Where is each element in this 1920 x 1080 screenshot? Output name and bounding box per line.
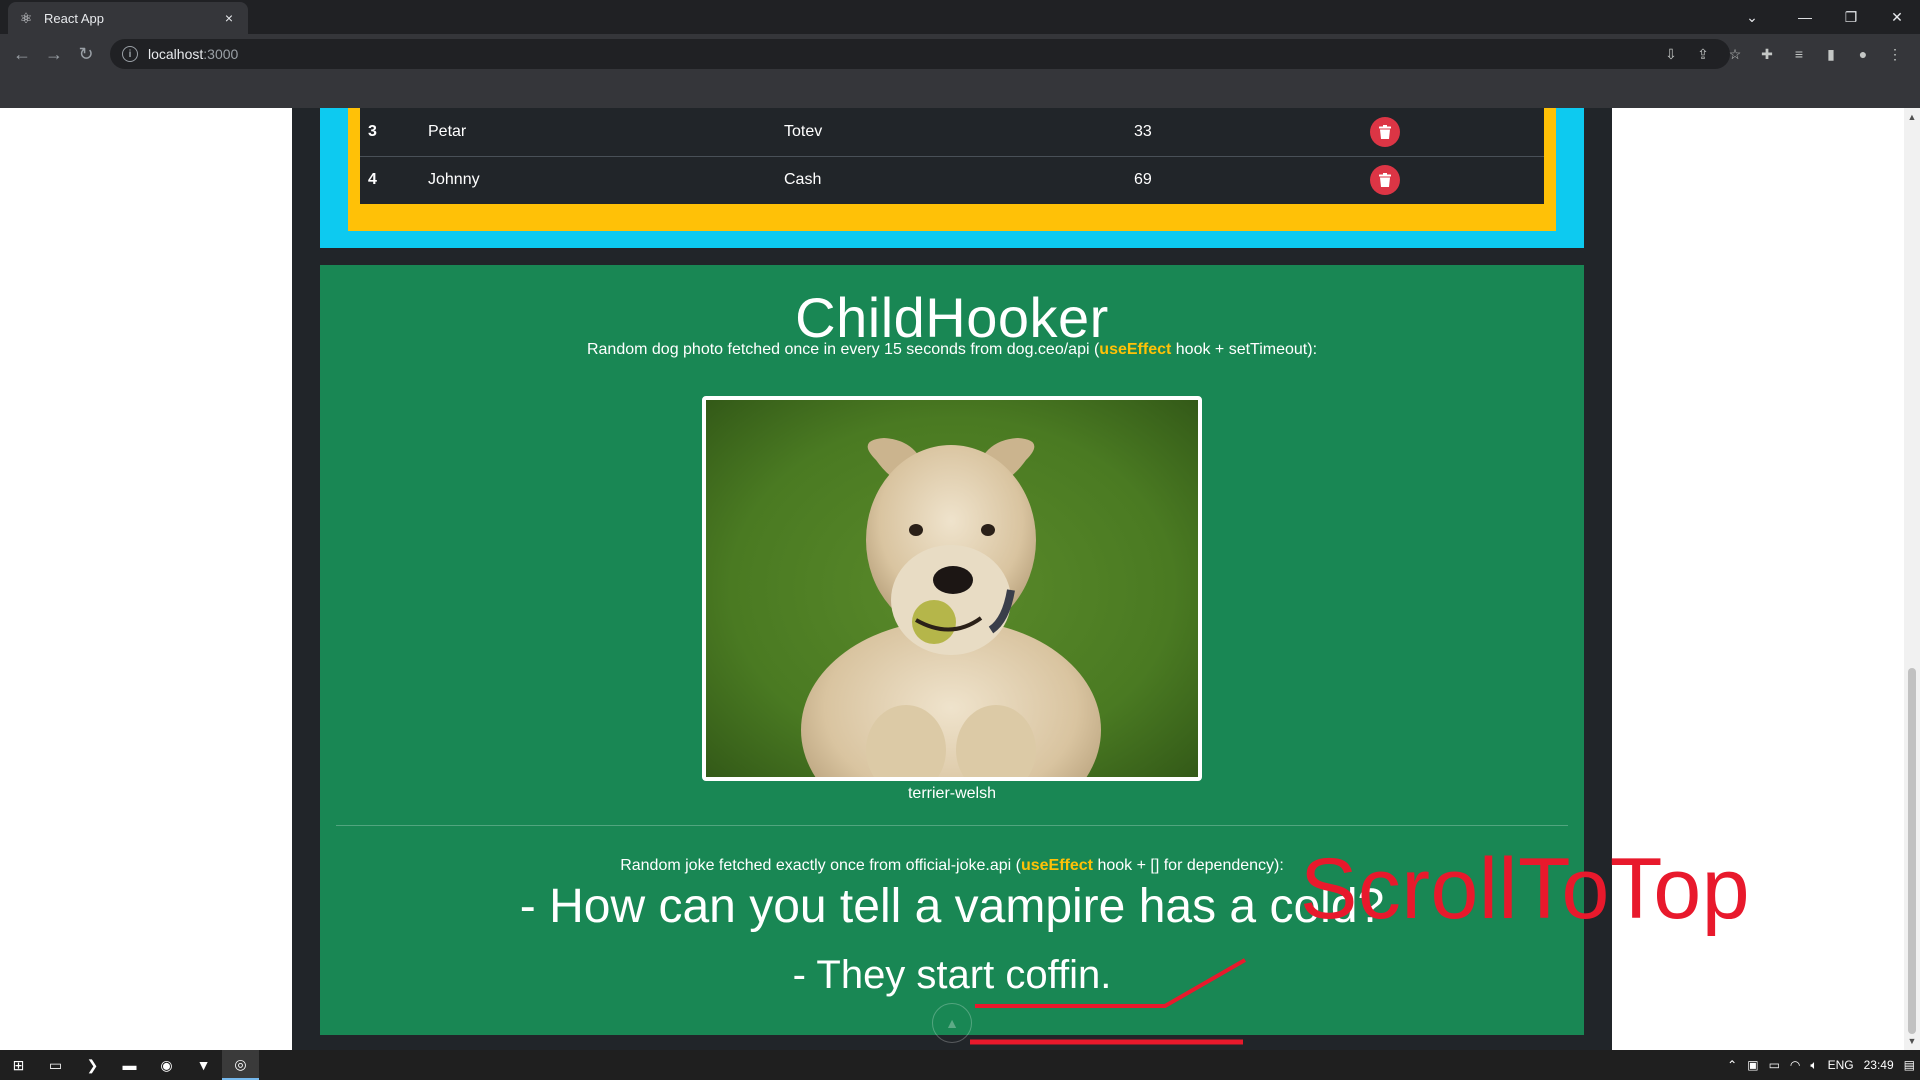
windows-taskbar: ⊞ ▭ ❯ ▬ ◉ ▼ ◎ ⌃ ▣ ▭ ◠ 🔈︎ ENG 23:49 ▤ xyxy=(0,1050,1920,1080)
delete-button[interactable] xyxy=(1370,116,1400,147)
toolbar-icons: ⇩ ⇪ ☆ ✚ ≡ ▮ ● ⋮ xyxy=(1658,40,1908,68)
address-bar[interactable]: i localhost :3000 xyxy=(110,39,1730,69)
taskbar-apps: ⊞ ▭ ❯ ▬ ◉ ▼ ◎ xyxy=(0,1050,259,1080)
bookmarks-bar xyxy=(0,74,1920,108)
react-favicon-icon: ⚛ xyxy=(19,9,33,26)
dog-desc-text-end: hook + setTimeout): xyxy=(1171,341,1318,358)
scroll-up-arrow-icon[interactable]: ▲ xyxy=(1904,110,1920,124)
window-close-icon[interactable]: ✕ xyxy=(1874,0,1920,34)
url-port: :3000 xyxy=(203,46,239,62)
powershell-icon[interactable]: ❯ xyxy=(74,1050,111,1080)
cell-last-name: Totev xyxy=(776,108,1126,157)
side-panel-icon[interactable]: ▮ xyxy=(1818,40,1844,68)
browser-tab[interactable]: ⚛ React App × xyxy=(8,2,248,34)
scroll-to-top-button[interactable]: ▲ xyxy=(932,1003,972,1043)
install-app-icon[interactable]: ⇩ xyxy=(1658,40,1684,68)
cell-id: 4 xyxy=(368,171,377,189)
delete-button[interactable] xyxy=(1370,165,1400,196)
dog-desc-text: Random dog photo fetched once in every 1… xyxy=(586,341,1100,358)
scrollbar-thumb[interactable] xyxy=(1908,668,1916,1034)
cell-age: 33 xyxy=(1126,108,1362,157)
joke-punchline: - They start coffin. xyxy=(792,953,1112,997)
dog-image xyxy=(706,400,1198,777)
back-arrow-icon[interactable]: ← xyxy=(8,40,36,68)
forward-arrow-icon[interactable]: → xyxy=(40,40,68,68)
table-row: 4 Johnny Cash 69 xyxy=(360,156,1544,204)
notifications-icon[interactable]: ▤ xyxy=(1899,1050,1920,1080)
media-queue-icon[interactable]: ≡ xyxy=(1786,40,1812,68)
meet-now-icon[interactable]: ▣ xyxy=(1742,1050,1763,1080)
cell-first-name: Petar xyxy=(420,108,776,157)
share-icon[interactable]: ⇪ xyxy=(1690,40,1716,68)
page-scrollbar[interactable]: ▲ ▼ xyxy=(1904,108,1920,1050)
reload-icon[interactable]: ↻ xyxy=(72,40,100,68)
chrome-icon[interactable]: ◎ xyxy=(222,1050,259,1080)
bookmark-star-icon[interactable]: ☆ xyxy=(1722,40,1748,68)
volume-icon[interactable]: 🔈︎ xyxy=(1805,1050,1822,1080)
table-outer-frame: 3 Petar Totev 33 4 Johnny Cash 69 xyxy=(320,108,1584,248)
battery-icon[interactable]: ▭ xyxy=(1764,1050,1785,1080)
minimize-icon[interactable]: — xyxy=(1782,0,1828,34)
ubuntu-icon[interactable]: ◉ xyxy=(148,1050,185,1080)
tab-title: React App xyxy=(44,10,104,26)
cell-id: 3 xyxy=(360,108,420,157)
cell-first-name: Johnny xyxy=(428,171,480,189)
extensions-puzzle-icon[interactable]: ✚ xyxy=(1754,40,1780,68)
section-divider xyxy=(336,825,1568,826)
users-table: 3 Petar Totev 33 4 Johnny Cash 69 xyxy=(360,108,1544,204)
joke-desc-highlight: useEffect xyxy=(1020,857,1094,874)
table-row: 3 Petar Totev 33 xyxy=(360,108,1544,157)
profile-avatar-icon[interactable]: ● xyxy=(1850,40,1876,68)
file-explorer-icon[interactable]: ▬ xyxy=(111,1050,148,1080)
joke-desc-text-end: hook + [] for dependency): xyxy=(1093,857,1284,874)
scroll-down-arrow-icon[interactable]: ▼ xyxy=(1904,1034,1920,1048)
more-menu-icon[interactable]: ⋮ xyxy=(1882,40,1908,68)
wifi-icon[interactable]: ◠ xyxy=(1785,1050,1805,1080)
cell-actions xyxy=(1362,108,1544,157)
cell-actions xyxy=(1362,156,1544,204)
dog-photo xyxy=(702,396,1202,781)
site-info-icon[interactable]: i xyxy=(122,46,138,62)
clock[interactable]: 23:49 xyxy=(1859,1050,1899,1080)
annotation-label: ScrollToTop xyxy=(1300,841,1751,937)
table-inner-frame: 3 Petar Totev 33 4 Johnny Cash 69 xyxy=(348,108,1556,231)
brave-browser-icon[interactable]: ▼ xyxy=(185,1050,222,1080)
window-controls: ⌄ — ❐ ✕ xyxy=(1722,0,1920,34)
dog-breed-label: terrier-welsh xyxy=(907,785,996,802)
tray-expand-icon[interactable]: ⌃ xyxy=(1722,1050,1742,1080)
system-tray: ⌃ ▣ ▭ ◠ 🔈︎ ENG 23:49 ▤ xyxy=(1722,1050,1920,1080)
tab-search-chevron-icon[interactable]: ⌄ xyxy=(1722,0,1782,34)
caret-up-icon: ▲ xyxy=(945,1015,959,1031)
cell-age: 69 xyxy=(1134,171,1152,189)
browser-tab-bar: ⚛ React App × ⌄ — ❐ ✕ xyxy=(0,0,1920,34)
trash-icon xyxy=(1379,173,1391,188)
terminal-icon[interactable]: ▭ xyxy=(37,1050,74,1080)
cell-last-name: Cash xyxy=(784,171,822,189)
trash-icon xyxy=(1379,124,1391,139)
tab-close-icon[interactable]: × xyxy=(220,10,238,26)
joke-desc-text: Random joke fetched exactly once from of… xyxy=(620,857,1021,874)
language-indicator[interactable]: ENG xyxy=(1823,1050,1859,1080)
restore-icon[interactable]: ❐ xyxy=(1828,0,1874,34)
url-host: localhost xyxy=(148,46,204,62)
dog-description: Random dog photo fetched once in every 1… xyxy=(320,341,1584,359)
browser-toolbar: ← → ↻ i localhost :3000 ⇩ ⇪ ☆ ✚ ≡ ▮ ● ⋮ xyxy=(0,34,1920,74)
windows-start-icon[interactable]: ⊞ xyxy=(0,1050,37,1080)
dog-desc-highlight: useEffect xyxy=(1099,341,1172,358)
